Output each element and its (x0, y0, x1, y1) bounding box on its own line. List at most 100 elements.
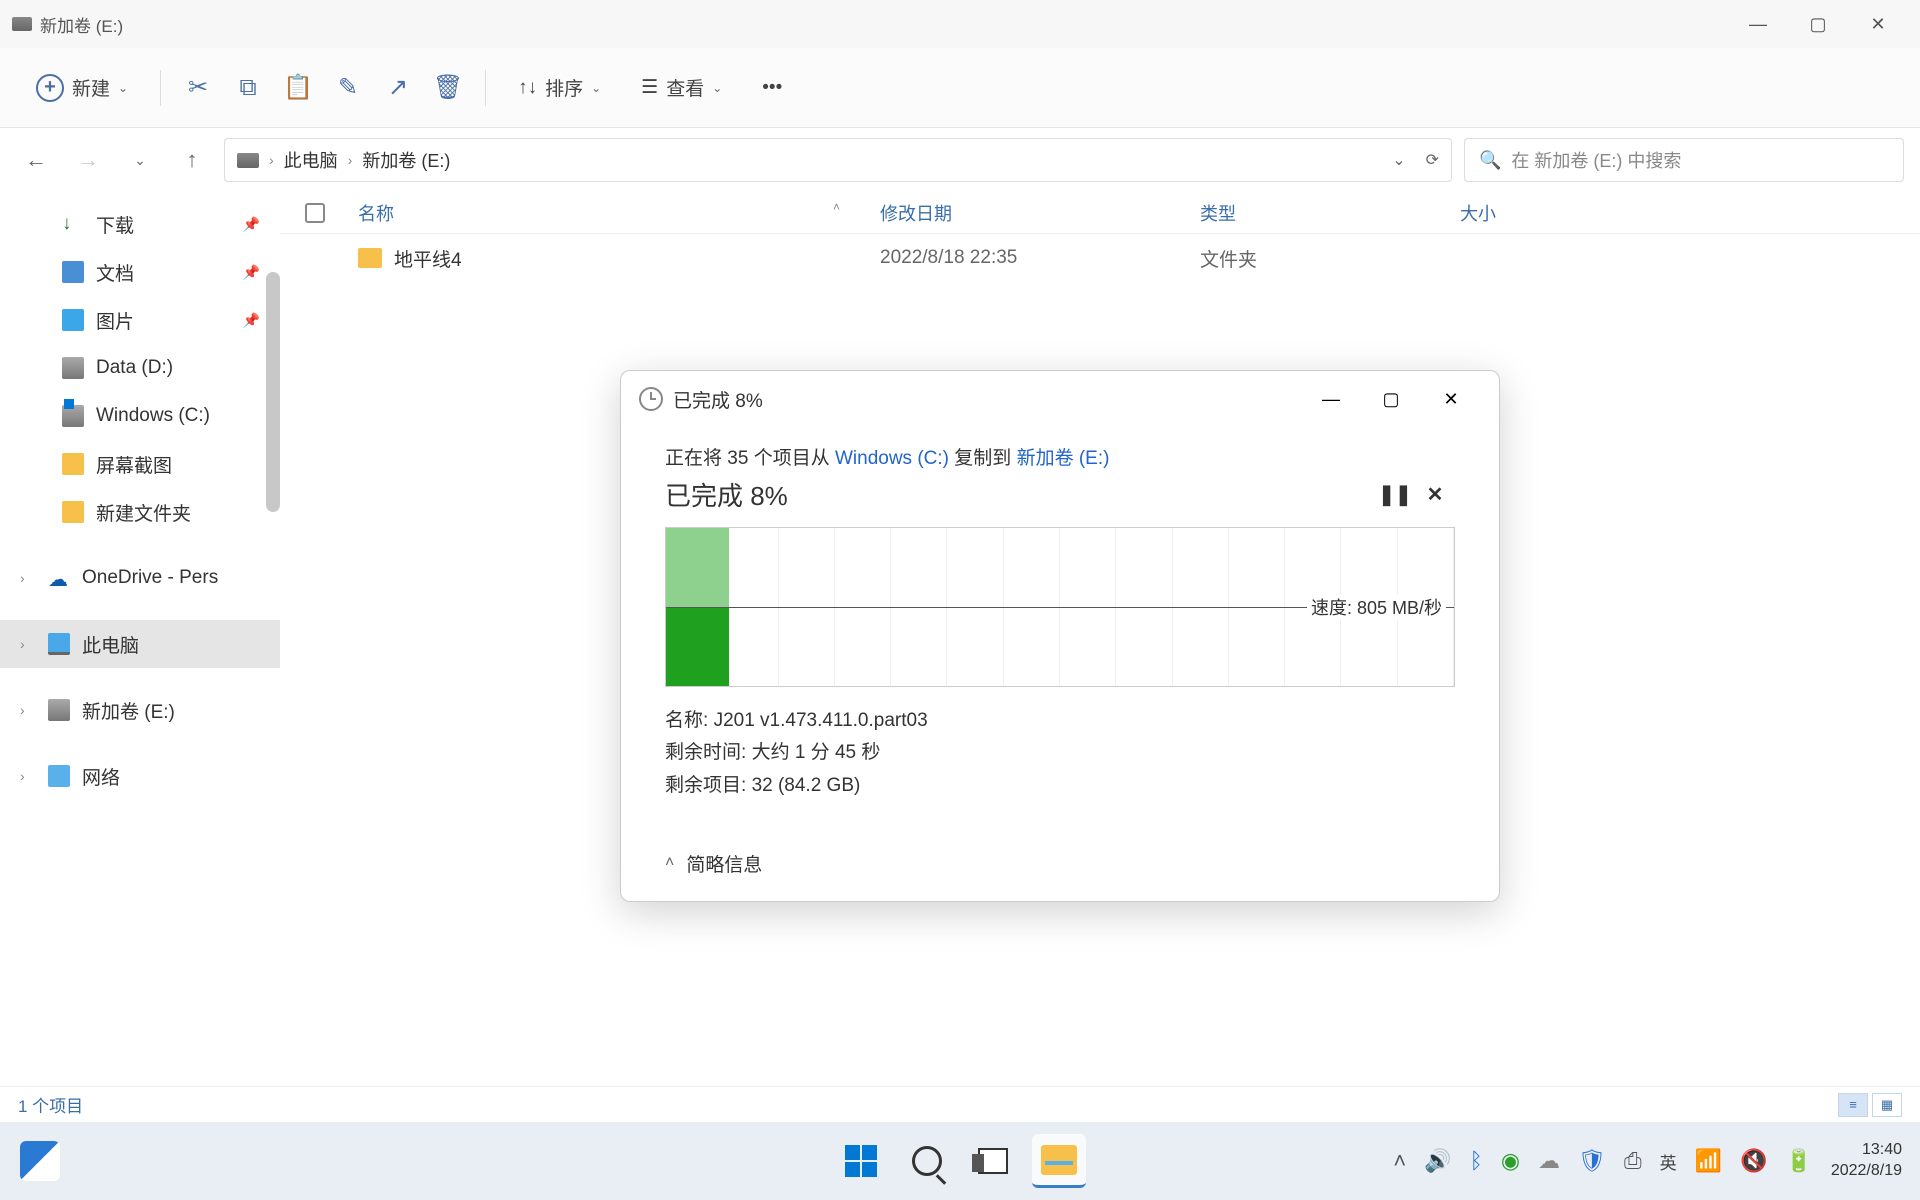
clock-button[interactable]: 13:40 2022/8/19 (1831, 1140, 1902, 1182)
recent-button[interactable]: ⌄ (120, 140, 160, 180)
ime-indicator[interactable]: 英 (1660, 1149, 1677, 1174)
security-icon[interactable]: ◉ (1501, 1148, 1520, 1174)
address-bar[interactable]: › 此电脑 › 新加卷 (E:) ⌄ ⟳ (224, 138, 1452, 182)
view-button[interactable]: ☰ 查看 ⌄ (633, 66, 730, 109)
file-row[interactable]: 地平线4 2022/8/18 22:35 文件夹 (280, 234, 1920, 282)
paste-button[interactable]: 📋 (285, 75, 311, 101)
taskbar: ˄ 🔊 ᛒ ◉ ☁ 🛡 ⎙ 英 📶 🔇 🔋 13:40 2022/8/19 (0, 1122, 1920, 1200)
breadcrumb-pc[interactable]: 此电脑 (284, 147, 338, 173)
up-button[interactable]: ↑ (172, 140, 212, 180)
usb-icon[interactable]: ⎙ (1624, 1148, 1642, 1174)
delete-button[interactable]: 🗑 (435, 75, 461, 101)
scrollbar[interactable] (266, 272, 280, 512)
drive-icon (12, 17, 32, 31)
clock-icon (639, 387, 663, 411)
drive-icon (62, 405, 84, 427)
sidebar-downloads[interactable]: ↓下载📌 (0, 200, 280, 248)
widgets-button[interactable] (20, 1141, 60, 1181)
sidebar-network[interactable]: ›网络 (0, 752, 280, 800)
folder-icon (1041, 1145, 1077, 1175)
column-date[interactable]: 修改日期 (880, 200, 1200, 226)
new-button[interactable]: + 新建 ⌄ (28, 66, 136, 110)
chevron-down-icon: ⌄ (118, 81, 128, 95)
copy-button[interactable]: ⧉ (235, 75, 261, 101)
taskview-icon (978, 1148, 1008, 1174)
toggle-details-button[interactable]: ˄ 简略信息 (665, 850, 1455, 877)
pin-icon: 📌 (243, 216, 260, 233)
document-icon (62, 261, 84, 283)
pause-button[interactable]: ❚❚ (1375, 482, 1415, 507)
back-button[interactable]: ← (16, 140, 56, 180)
details-view-button[interactable]: ≡ (1838, 1093, 1868, 1117)
sidebar-screenshots[interactable]: 屏幕截图 (0, 440, 280, 488)
close-button[interactable]: ✕ (1848, 4, 1908, 44)
pin-icon: 📌 (243, 264, 260, 281)
window-title: 新加卷 (E:) (40, 12, 1728, 37)
sidebar-drive-e[interactable]: ›新加卷 (E:) (0, 686, 280, 734)
toolbar: + 新建 ⌄ ✂ ⧉ 📋 ✎ ↗ 🗑 ↑↓ 排序 ⌄ ☰ 查看 ⌄ ••• (0, 48, 1920, 128)
sidebar-new-folder[interactable]: 新建文件夹 (0, 488, 280, 536)
sidebar-data-d[interactable]: Data (D:) (0, 344, 280, 392)
chevron-right-icon[interactable]: › (20, 636, 25, 652)
dialog-minimize-button[interactable]: — (1301, 379, 1361, 419)
nav-row: ← → ⌄ ↑ › 此电脑 › 新加卷 (E:) ⌄ ⟳ 🔍 在 新加卷 (E:… (0, 128, 1920, 192)
view-icon: ☰ (641, 76, 658, 99)
dialog-maximize-button[interactable]: ▢ (1361, 379, 1421, 419)
chevron-right-icon[interactable]: › (20, 570, 25, 586)
start-button[interactable] (834, 1134, 888, 1188)
chevron-up-icon: ˄ (665, 854, 674, 872)
cancel-button[interactable]: ✕ (1415, 482, 1455, 507)
minimize-button[interactable]: — (1728, 4, 1788, 44)
rename-button[interactable]: ✎ (335, 75, 361, 101)
maximize-button[interactable]: ▢ (1788, 4, 1848, 44)
sidebar-windows-c[interactable]: Windows (C:) (0, 392, 280, 440)
mute-icon[interactable]: 🔇 (1740, 1148, 1767, 1174)
bluetooth-icon[interactable]: ᛒ (1470, 1148, 1483, 1174)
chevron-down-icon: ⌄ (712, 81, 722, 95)
dialog-close-button[interactable]: ✕ (1421, 379, 1481, 419)
folder-icon (358, 248, 382, 268)
sidebar: ↓下载📌 文档📌 图片📌 Data (D:) Windows (C:) 屏幕截图… (0, 192, 280, 1086)
sidebar-this-pc[interactable]: ›此电脑 (0, 620, 280, 668)
wifi-icon[interactable]: 📶 (1695, 1148, 1722, 1174)
speed-label: 速度: 805 MB/秒 (1307, 594, 1446, 620)
status-bar: 1 个项目 ≡ ▦ (0, 1086, 1920, 1122)
column-name[interactable]: 名称˄ (350, 200, 880, 226)
pictures-icon (62, 309, 84, 331)
search-icon (912, 1146, 942, 1176)
pc-icon (48, 633, 70, 655)
icons-view-button[interactable]: ▦ (1872, 1093, 1902, 1117)
search-input[interactable]: 🔍 在 新加卷 (E:) 中搜索 (1464, 138, 1904, 182)
chevron-right-icon[interactable]: › (20, 768, 25, 784)
battery-icon[interactable]: 🔋 (1785, 1148, 1812, 1174)
pin-icon: 📌 (243, 312, 260, 329)
cloud-icon: ☁ (48, 567, 70, 589)
column-type[interactable]: 类型 (1200, 200, 1460, 226)
copy-details: 名称: J201 v1.473.411.0.part03 剩余时间: 大约 1 … (665, 705, 1455, 802)
chevron-right-icon[interactable]: › (20, 702, 25, 718)
network-icon (48, 765, 70, 787)
sidebar-onedrive[interactable]: ›☁OneDrive - Pers (0, 554, 280, 602)
explorer-taskbar-button[interactable] (1032, 1134, 1086, 1188)
more-button[interactable]: ••• (754, 69, 790, 107)
sidebar-pictures[interactable]: 图片📌 (0, 296, 280, 344)
refresh-button[interactable]: ⟳ (1426, 150, 1439, 170)
share-button[interactable]: ↗ (385, 75, 411, 101)
taskview-button[interactable] (966, 1134, 1020, 1188)
speed-chart: 速度: 805 MB/秒 (665, 527, 1455, 687)
volume-icon[interactable]: 🔊 (1424, 1148, 1451, 1174)
breadcrumb-drive[interactable]: 新加卷 (E:) (362, 147, 450, 173)
onedrive-icon[interactable]: ☁ (1538, 1148, 1560, 1174)
sidebar-documents[interactable]: 文档📌 (0, 248, 280, 296)
sort-button[interactable]: ↑↓ 排序 ⌄ (510, 66, 609, 109)
cut-button[interactable]: ✂ (185, 75, 211, 101)
defender-icon[interactable]: 🛡 (1578, 1148, 1606, 1174)
forward-button[interactable]: → (68, 140, 108, 180)
column-size[interactable]: 大小 (1460, 200, 1600, 226)
tray-expand-button[interactable]: ˄ (1393, 1148, 1406, 1174)
dest-link[interactable]: 新加卷 (E:) (1017, 448, 1110, 469)
source-link[interactable]: Windows (C:) (835, 448, 949, 469)
search-button[interactable] (900, 1134, 954, 1188)
select-all-checkbox[interactable] (280, 203, 350, 223)
chevron-down-icon[interactable]: ⌄ (1392, 150, 1405, 170)
